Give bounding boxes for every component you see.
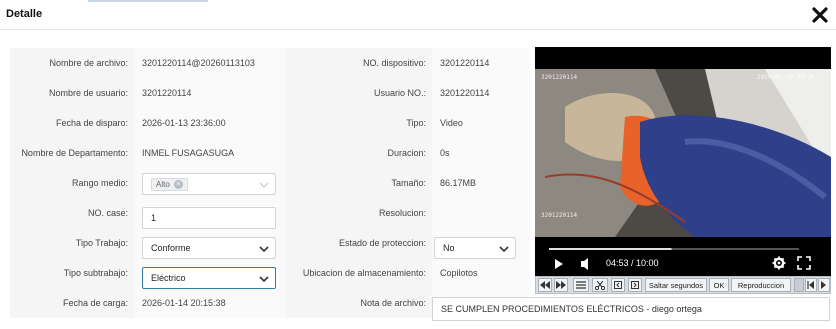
gear-icon[interactable] (772, 256, 786, 270)
skip-seconds-input[interactable]: Saltar segundos (645, 278, 707, 292)
type-label: Tipo: (286, 108, 432, 138)
playback-mode-button[interactable]: Reproduccion (731, 278, 791, 292)
protection-label: Estado de proteccion: (286, 228, 432, 258)
close-icon[interactable] (810, 5, 830, 25)
resolution-value (432, 198, 530, 228)
subwork-type-value: Eléctrico (151, 273, 186, 283)
ok-button[interactable]: OK (709, 278, 729, 292)
trigger-date-label: Fecha de disparo: (10, 108, 134, 138)
file-note-input[interactable]: SE CUMPLEN PROCEDIMIENTOS ELÉCTRICOS - d… (432, 297, 830, 321)
case-no-input[interactable]: 1 (142, 207, 276, 229)
frame-back-icon[interactable] (611, 278, 625, 292)
trigger-date-value: 2026-01-13 23:36:00 (134, 108, 286, 138)
file-note-label: Nota de archivo: (286, 288, 432, 318)
work-type-value: Conforme (151, 243, 191, 253)
range-tag: Alto × (151, 177, 188, 191)
file-note-value: SE CUMPLEN PROCEDIMIENTOS ELÉCTRICOS - d… (441, 304, 702, 314)
progress-fill (549, 248, 672, 250)
first-icon[interactable] (805, 278, 817, 292)
upload-date-value: 2026-01-14 20:15:38 (134, 288, 286, 318)
work-type-label: Tipo Trabajo: (10, 228, 134, 258)
subwork-type-select[interactable]: Eléctrico (142, 267, 276, 289)
playback-toolbar: Saltar segundos OK Reproduccion (535, 276, 831, 294)
user-name-value: 3201220114 (134, 78, 286, 108)
fast-forward-icon[interactable] (554, 278, 568, 292)
video-time: 04:53 / 10:00 (606, 258, 659, 268)
device-no-label: NO. dispositivo: (286, 48, 432, 78)
department-value: INMEL FUSAGASUGA (134, 138, 286, 168)
detail-row: Nombre de Departamento: INMEL FUSAGASUGA… (10, 138, 530, 168)
protection-value: No (443, 243, 455, 253)
chevron-down-icon (499, 246, 509, 253)
type-value: Video (432, 108, 530, 138)
resolution-label: Resolucion: (286, 198, 432, 228)
case-no-label: NO. case: (10, 198, 134, 228)
case-no-input-value: 1 (151, 213, 157, 223)
cut-icon[interactable] (592, 278, 608, 292)
stamp-bottom: 3201220114 (541, 212, 578, 219)
protection-select[interactable]: No (434, 237, 516, 259)
size-value: 86.17MB (432, 168, 530, 198)
detail-row: Nombre de usuario: 3201220114 Usuario NO… (10, 78, 530, 108)
duration-value: 0s (432, 138, 530, 168)
stamp-top-left: 3201220114 (541, 74, 578, 81)
upload-date-label: Fecha de carga: (10, 288, 134, 318)
file-name-label: Nombre de archivo: (10, 48, 134, 78)
department-label: Nombre de Departamento: (10, 138, 134, 168)
detail-row: Fecha de disparo: 2026-01-13 23:36:00 Ti… (10, 108, 530, 138)
video-frame (535, 47, 831, 277)
size-label: Tamaño: (286, 168, 432, 198)
storage-value: Copilotos (432, 258, 530, 288)
user-no-label: Usuario NO.: (286, 78, 432, 108)
stamp-top-right: 2026-01-13 23:36 (757, 74, 815, 81)
chevron-down-icon (259, 276, 269, 283)
fullscreen-icon[interactable] (797, 256, 811, 270)
header-decoration (88, 0, 208, 2)
user-no-value: 3201220114 (432, 78, 530, 108)
list-icon[interactable] (573, 278, 589, 292)
frame-forward-icon[interactable] (628, 278, 642, 292)
chevron-down-icon (259, 246, 269, 253)
work-type-select[interactable]: Conforme (142, 237, 276, 259)
dialog-title: Detalle (6, 8, 43, 20)
user-name-label: Nombre de usuario: (10, 78, 134, 108)
video-player[interactable]: 3201220114 2026-01-13 23:36 3201220114 (535, 47, 831, 277)
chevron-down-icon (259, 182, 269, 188)
rewind-icon[interactable] (538, 278, 552, 292)
range-tag-remove-icon[interactable]: × (173, 179, 183, 189)
next-icon[interactable] (818, 278, 830, 292)
file-name-value: 3201220114@20260113103 (134, 48, 286, 78)
duration-label: Duracion: (286, 138, 432, 168)
toolbar-scrollbar[interactable] (794, 278, 804, 292)
dialog-header: Detalle (0, 0, 836, 30)
detail-row: Nombre de archivo: 3201220114@2026011310… (10, 48, 530, 78)
device-no-value: 3201220114 (432, 48, 530, 78)
range-label: Rango medio: (10, 168, 134, 198)
subwork-type-label: Tipo subtrabajo: (10, 258, 134, 288)
range-select[interactable]: Alto × (142, 173, 276, 195)
range-tag-label: Alto (156, 179, 170, 189)
storage-label: Ubicacion de almacenamiento: (286, 258, 432, 288)
